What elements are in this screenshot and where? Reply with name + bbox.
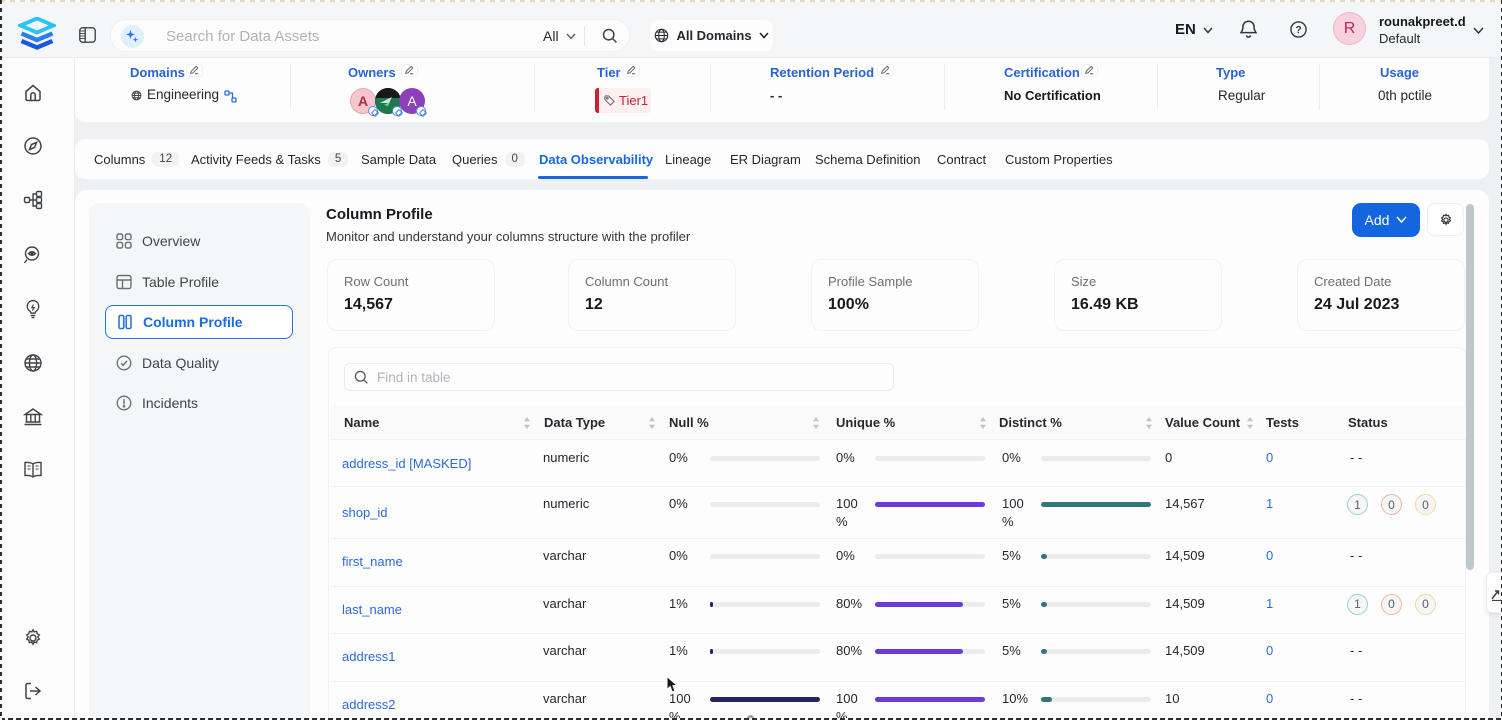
- svg-text:?: ?: [1295, 25, 1301, 36]
